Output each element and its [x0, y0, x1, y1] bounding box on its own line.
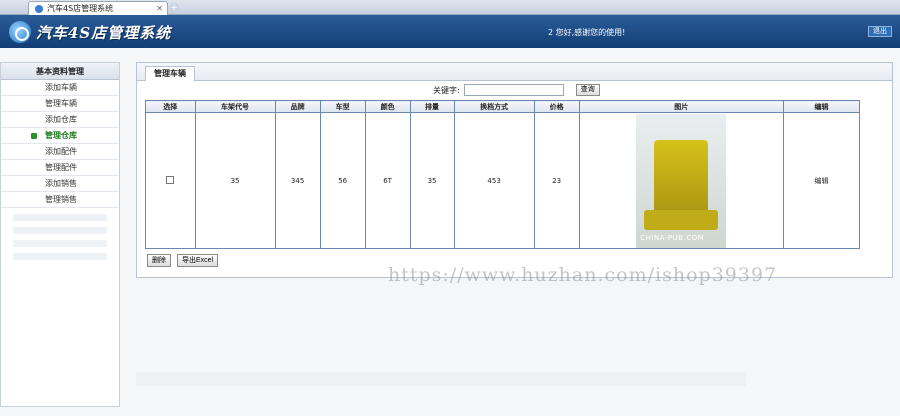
sidebar-item-label: 管理销售 — [45, 195, 77, 204]
edit-link[interactable]: 编辑 — [814, 177, 828, 185]
vehicle-photo: CHINA-PUB.COM — [636, 113, 727, 248]
blurred-placeholder — [13, 253, 107, 260]
sidebar-item-label: 管理车辆 — [45, 99, 77, 108]
column-header-edit: 编辑 — [782, 100, 861, 113]
tab-manage-vehicle[interactable]: 管理车辆 — [145, 66, 195, 82]
cell-image: CHINA-PUB.COM — [578, 112, 784, 249]
table-row: 35 345 56 6T 35 453 23 CHINA-PUB.COM 编辑 — [145, 112, 861, 249]
cell-frame-code: 35 — [194, 112, 276, 249]
cell-model: 56 — [319, 112, 366, 249]
app-title: 汽车4S店管理系统 — [36, 24, 172, 42]
page-favicon-icon — [35, 4, 43, 13]
active-bullet-icon — [31, 133, 37, 139]
browser-tab-title: 汽车4S店管理系统 — [47, 4, 114, 13]
main-panel: 管理车辆 关键字: 查询 选择 车架代号 品牌 车型 颜色 排量 换档方式 价格… — [136, 62, 893, 278]
cell-transmission: 453 — [453, 112, 535, 249]
column-header-price: 价格 — [533, 100, 580, 113]
logout-button[interactable]: 退出 — [868, 26, 892, 37]
sidebar-item-add-vehicle[interactable]: 添加车辆 — [1, 80, 119, 96]
sidebar-item-add-warehouse[interactable]: 添加仓库 — [1, 112, 119, 128]
welcome-text: 2 您好,感谢您的使用! — [548, 28, 626, 37]
table-actions: 删除 导出Excel — [147, 254, 219, 267]
column-header-image: 图片 — [578, 100, 784, 113]
column-header-color: 颜色 — [364, 100, 411, 113]
sidebar-item-label: 管理仓库 — [45, 131, 77, 140]
search-input[interactable] — [463, 84, 564, 96]
column-header-model: 车型 — [319, 100, 366, 113]
sidebar-item-label: 添加销售 — [45, 179, 77, 188]
sidebar: 基本资料管理 添加车辆 管理车辆 添加仓库 管理仓库 添加配件 管理配件 添加销… — [0, 62, 120, 407]
blurred-placeholder — [13, 227, 107, 234]
column-header-displacement: 排量 — [409, 100, 455, 113]
blurred-placeholder — [13, 240, 107, 247]
search-bar: 关键字: 查询 — [433, 84, 600, 96]
panel-tab-bar: 管理车辆 — [137, 63, 892, 82]
search-button[interactable]: 查询 — [575, 84, 600, 96]
browser-tab-bar: 汽车4S店管理系统 ✕ + — [0, 0, 900, 15]
delete-button[interactable]: 删除 — [147, 254, 171, 267]
sidebar-item-manage-sales[interactable]: 管理销售 — [1, 192, 119, 208]
blurred-placeholder — [13, 214, 107, 221]
search-label: 关键字: — [433, 85, 460, 95]
new-tab-button[interactable]: + — [169, 3, 179, 13]
column-header-transmission: 换档方式 — [453, 100, 535, 113]
export-excel-button[interactable]: 导出Excel — [177, 254, 219, 267]
sidebar-item-label: 添加仓库 — [45, 115, 77, 124]
blurred-footer-placeholder — [136, 372, 746, 386]
sidebar-item-manage-vehicle[interactable]: 管理车辆 — [1, 96, 119, 112]
machine-base-illustration — [644, 209, 719, 230]
cell-edit: 编辑 — [782, 112, 861, 249]
app-header: 汽车4S店管理系统 2 您好,感谢您的使用! 退出 — [0, 15, 900, 48]
sidebar-item-add-parts[interactable]: 添加配件 — [1, 144, 119, 160]
column-header-brand: 品牌 — [274, 100, 321, 113]
vehicle-table: 选择 车架代号 品牌 车型 颜色 排量 换档方式 价格 图片 编辑 35 345… — [145, 100, 861, 249]
sidebar-item-label: 管理配件 — [45, 163, 77, 172]
table-header-row: 选择 车架代号 品牌 车型 颜色 排量 换档方式 价格 图片 编辑 — [145, 100, 861, 113]
sidebar-item-add-sales[interactable]: 添加销售 — [1, 176, 119, 192]
logo-icon — [9, 21, 31, 43]
sidebar-item-manage-parts[interactable]: 管理配件 — [1, 160, 119, 176]
sidebar-item-label: 添加配件 — [45, 147, 77, 156]
close-icon[interactable]: ✕ — [156, 4, 163, 13]
cell-brand: 345 — [274, 112, 321, 249]
cell-price: 23 — [533, 112, 580, 249]
column-header-frame-code: 车架代号 — [194, 100, 276, 113]
sidebar-item-manage-warehouse[interactable]: 管理仓库 — [1, 128, 119, 144]
cell-displacement: 35 — [409, 112, 455, 249]
row-checkbox[interactable] — [166, 175, 175, 184]
overlay-watermark: https://www.huzhan.com/ishop39397 — [388, 264, 778, 286]
column-header-select: 选择 — [145, 100, 196, 113]
machine-illustration — [654, 139, 709, 220]
browser-tab[interactable]: 汽车4S店管理系统 ✕ — [28, 1, 168, 15]
photo-watermark: CHINA-PUB.COM — [640, 233, 705, 242]
cell-select — [145, 112, 196, 249]
cell-color: 6T — [364, 112, 411, 249]
sidebar-item-label: 添加车辆 — [45, 83, 77, 92]
sidebar-title: 基本资料管理 — [1, 63, 119, 80]
